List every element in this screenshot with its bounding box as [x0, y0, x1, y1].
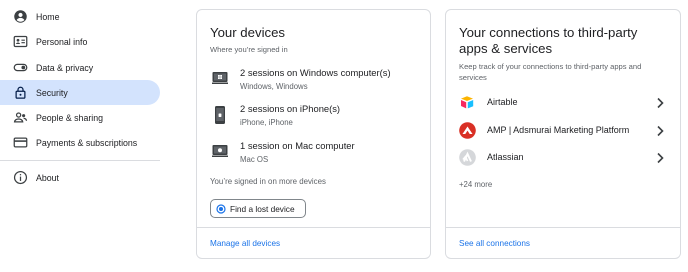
airtable-logo: [459, 94, 475, 110]
sidebar-item-label: Data & privacy: [36, 62, 94, 73]
phone-icon: [215, 106, 225, 129]
chevron-right-icon: [655, 124, 665, 137]
sidebar-item-people-sharing[interactable]: People & sharing: [0, 105, 160, 130]
adsmurai-logo: [459, 122, 476, 139]
device-row-detail: Windows, Windows: [240, 82, 308, 91]
device-row-title: 1 session on Mac computer: [240, 140, 355, 151]
toggle-icon: [12, 60, 28, 76]
find-lost-device-label: Find a lost device: [230, 203, 295, 214]
more-connections-count[interactable]: +24 more: [459, 180, 492, 189]
windows-computer-icon: [212, 71, 228, 90]
sidebar-item-home[interactable]: Home: [0, 4, 160, 29]
radio-target-icon: [216, 203, 226, 214]
connection-name: Airtable: [487, 97, 518, 107]
sidebar-item-personal-info[interactable]: Personal info: [0, 29, 160, 54]
lock-icon: [12, 85, 28, 101]
find-lost-device-button[interactable]: Find a lost device: [210, 199, 306, 218]
sidebar-item-about[interactable]: About: [0, 165, 160, 190]
id-card-icon: [12, 34, 28, 50]
connections-title-line2: apps & services: [459, 41, 553, 56]
connection-name: Atlassian: [487, 152, 524, 162]
sidebar-item-security[interactable]: Security: [0, 80, 160, 105]
devices-card: Your devices Where you’re signed in 2 se…: [196, 9, 431, 259]
atlassian-logo: [459, 149, 476, 166]
credit-card-icon: [12, 135, 28, 151]
connections-card: Your connections to third-party apps & s…: [445, 9, 681, 259]
connections-title-line1: Your connections to third-party: [459, 25, 638, 40]
connection-row-adsmurai[interactable]: AMP | Adsmurai Marketing Platform: [459, 122, 665, 140]
sidebar-divider: [0, 160, 160, 161]
device-row-mac[interactable]: 1 session on Mac computer Mac OS: [210, 140, 425, 170]
devices-title: Your devices: [210, 25, 286, 40]
sidebar-item-label: Personal info: [36, 36, 88, 47]
mac-computer-icon: [212, 144, 228, 163]
devices-footer-divider: [197, 227, 430, 228]
sidebar-item-payments[interactable]: Payments & subscriptions: [0, 130, 160, 155]
connections-subtitle-line1: Keep track of your connections to third-…: [459, 62, 642, 71]
connection-row-atlassian[interactable]: Atlassian: [459, 149, 665, 167]
see-all-connections-link[interactable]: See all connections: [459, 239, 530, 248]
device-row-title: 2 sessions on iPhone(s): [240, 103, 341, 114]
connections-footer-divider: [446, 227, 680, 228]
sidebar-item-label: People & sharing: [36, 112, 103, 123]
sidebar-item-label: Security: [36, 87, 68, 98]
more-devices-text: You’re signed in on more devices: [210, 177, 326, 186]
sidebar-item-label: Payments & subscriptions: [36, 137, 138, 148]
people-icon: [12, 110, 28, 126]
info-icon: [12, 170, 28, 186]
sidebar-item-data-privacy[interactable]: Data & privacy: [0, 55, 160, 80]
devices-subtitle: Where you’re signed in: [210, 45, 288, 54]
connection-row-airtable[interactable]: Airtable: [459, 94, 665, 112]
account-circle-icon: [12, 9, 28, 25]
connection-name: AMP | Adsmurai Marketing Platform: [487, 125, 630, 135]
device-row-detail: Mac OS: [240, 155, 269, 164]
chevron-right-icon: [655, 151, 665, 164]
sidebar-nav: Home Personal info Data & privacy Securi…: [0, 0, 168, 272]
sidebar-item-label: About: [36, 172, 59, 183]
connections-subtitle-line2: services: [459, 73, 487, 82]
device-row-iphone[interactable]: 2 sessions on iPhone(s) iPhone, iPhone: [210, 103, 425, 133]
device-row-windows[interactable]: 2 sessions on Windows computer(s) Window…: [210, 67, 425, 97]
device-row-title: 2 sessions on Windows computer(s): [240, 67, 391, 78]
manage-all-devices-link[interactable]: Manage all devices: [210, 239, 280, 248]
device-row-detail: iPhone, iPhone: [240, 118, 293, 127]
sidebar-item-label: Home: [36, 11, 60, 22]
chevron-right-icon: [655, 96, 665, 109]
